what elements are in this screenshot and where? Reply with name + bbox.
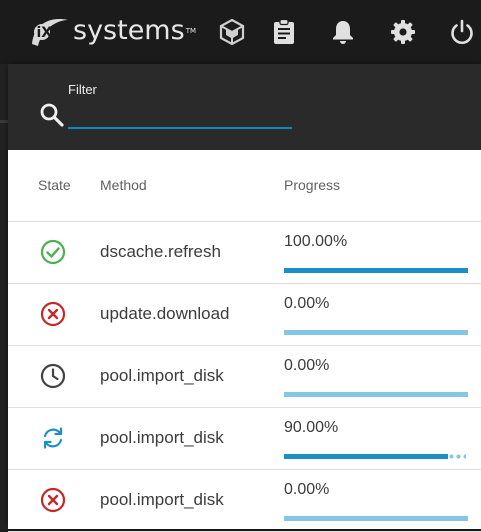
table-row[interactable]: pool.import_disk 0.00% [8, 470, 481, 532]
job-progress-text: 0.00% [284, 295, 330, 312]
logo-trademark: TM [185, 27, 197, 35]
sync-icon [43, 427, 63, 449]
job-progress-text: 100.00% [284, 233, 348, 250]
job-method: pool.import_disk [100, 490, 224, 509]
progress-bar [284, 268, 468, 273]
task-manager-icon[interactable] [270, 18, 298, 46]
job-method: pool.import_disk [100, 366, 224, 385]
progress-bar [284, 392, 468, 397]
truecommand-icon[interactable] [218, 18, 246, 46]
job-progress-text: 90.00% [284, 419, 339, 436]
table-row[interactable]: dscache.refresh 100.00% [8, 222, 481, 284]
job-progress-text: 0.00% [284, 481, 330, 498]
check-circle-icon [40, 239, 66, 265]
task-manager-dialog: Filter State Method Progress dscache.ref… [8, 64, 481, 532]
progress-bar-fill [284, 268, 468, 273]
column-header-method[interactable]: Method [100, 177, 147, 193]
table-header: State Method Progress [8, 150, 481, 222]
jobs-table: State Method Progress dscache.refresh 10… [8, 150, 481, 532]
job-method: dscache.refresh [100, 242, 221, 261]
progress-buffer-dots [448, 454, 466, 459]
table-row[interactable]: pool.import_disk 90.00% [8, 408, 481, 470]
logo-mark-icon: iX [32, 19, 68, 46]
search-icon [40, 103, 64, 127]
logo-mark-i: iX [37, 25, 53, 41]
background-divider [0, 120, 8, 123]
logo-text: systemsTM [73, 14, 196, 48]
job-method: pool.import_disk [100, 428, 224, 447]
filter-label: Filter [68, 82, 97, 97]
logo-wordmark: systems [73, 15, 185, 46]
gear-icon[interactable] [389, 18, 417, 46]
table-row[interactable]: update.download 0.00% [8, 284, 481, 346]
error-circle-icon [40, 487, 66, 513]
filter-bar: Filter [8, 64, 481, 150]
power-icon[interactable] [448, 18, 476, 46]
clock-icon [40, 363, 66, 389]
error-circle-icon [40, 301, 66, 327]
job-method: update.download [100, 304, 230, 323]
progress-bar [284, 330, 468, 335]
progress-bar [284, 516, 468, 521]
column-header-progress[interactable]: Progress [284, 177, 340, 193]
background-page-edge [0, 64, 8, 529]
column-header-state[interactable]: State [38, 177, 71, 193]
progress-bar [284, 454, 468, 459]
top-toolbar: iX systemsTM [0, 0, 481, 64]
bell-icon[interactable] [329, 18, 357, 46]
table-row[interactable]: pool.import_disk 0.00% [8, 346, 481, 408]
filter-input[interactable] [68, 101, 292, 129]
job-progress-text: 0.00% [284, 357, 330, 374]
progress-bar-fill [284, 454, 448, 459]
